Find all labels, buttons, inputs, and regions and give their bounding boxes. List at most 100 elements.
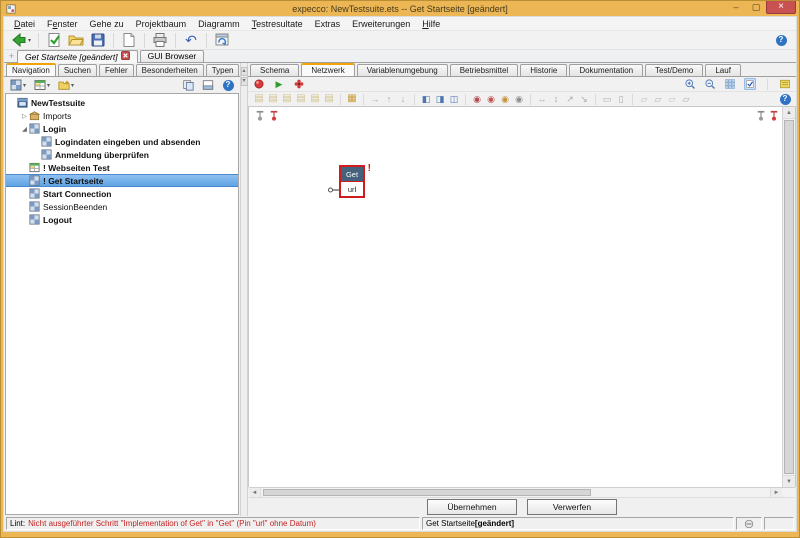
canvas-input-pin-icon-right[interactable] — [756, 109, 766, 122]
horizontal-scrollbar-thumb[interactable] — [263, 489, 591, 496]
menu-datei[interactable]: Datei — [8, 19, 41, 29]
debug-button[interactable] — [292, 78, 306, 91]
block-5-button[interactable]: ▤ — [308, 93, 322, 106]
route-2-button[interactable]: ▱ — [651, 93, 665, 106]
scroll-left-arrow-icon[interactable]: ◄ — [249, 488, 261, 497]
arrow-up-button[interactable]: ↑ — [382, 93, 396, 106]
pin-mid-button[interactable]: ◨ — [433, 93, 447, 106]
block-2-button[interactable]: ▤ — [266, 93, 280, 106]
left-tab-navigation[interactable]: Navigation — [6, 63, 56, 76]
note-button[interactable] — [778, 78, 792, 91]
link-2-button[interactable]: ↕ — [549, 93, 563, 106]
align-2-button[interactable]: ▯ — [614, 93, 628, 106]
link-1-button[interactable]: ↔ — [535, 93, 549, 106]
doc-tab-gui-browser[interactable]: GUI Browser — [139, 50, 205, 62]
open-folder-button[interactable] — [65, 31, 87, 49]
tree-item-get-startseite[interactable]: ! Get Startseite — [6, 174, 238, 187]
right-tab-historie[interactable]: Historie — [520, 64, 568, 76]
help-button[interactable]: ? — [778, 93, 792, 106]
left-tab-suchen[interactable]: Suchen — [57, 64, 97, 76]
conn-3-button[interactable]: ◉ — [498, 93, 512, 106]
menu-gehe-zu[interactable]: Gehe zu — [84, 19, 130, 29]
tree-item-imports[interactable]: ▷ Imports — [6, 109, 238, 122]
menu-erweiterungen[interactable]: Erweiterungen — [346, 19, 416, 29]
play-button[interactable]: ▶ — [272, 78, 286, 91]
maximize-button[interactable]: ▢ — [746, 1, 766, 14]
route-1-button[interactable]: ▱ — [637, 93, 651, 106]
tree-item-newtestsuite[interactable]: NewTestsuite — [6, 96, 238, 109]
tab-close-button[interactable] — [120, 51, 130, 63]
scroll-right-arrow-icon[interactable]: ► — [770, 488, 782, 497]
canvas-input-pin-icon[interactable] — [255, 109, 265, 122]
undo-button[interactable]: ↶ — [180, 31, 202, 49]
splitter-up-arrow-icon[interactable]: ▴ — [240, 67, 248, 76]
minimize-button[interactable]: – — [726, 1, 746, 14]
tree-item-webseiten-test[interactable]: ! Webseiten Test — [6, 161, 238, 174]
add-action-menu-button[interactable]: ▾ — [7, 78, 29, 92]
menu-projektbaum[interactable]: Projektbaum — [130, 19, 193, 29]
arrow-right-button[interactable]: → — [368, 93, 382, 106]
splitter-down-arrow-icon[interactable]: ▾ — [240, 77, 248, 86]
right-tab-betriebsmittel[interactable]: Betriebsmittel — [449, 64, 519, 76]
help-button[interactable]: ? — [219, 78, 237, 92]
block-6-button[interactable]: ▤ — [322, 93, 336, 106]
doc-tab-get-startseite-ge-ndert[interactable]: Get Startseite [geändert] — [17, 50, 138, 63]
vertical-scrollbar-thumb[interactable] — [784, 120, 794, 474]
zoom-out-button[interactable] — [703, 78, 717, 91]
pin-connector-icon[interactable] — [328, 187, 340, 193]
menu-diagramm[interactable]: Diagramm — [192, 19, 246, 29]
conn-4-button[interactable]: ◉ — [512, 93, 526, 106]
menu-hilfe[interactable]: Hilfe — [416, 19, 446, 29]
check-page-button[interactable] — [43, 31, 65, 49]
scroll-down-arrow-icon[interactable]: ▼ — [783, 475, 795, 487]
split-button[interactable] — [199, 78, 217, 92]
menu-extras[interactable]: Extras — [309, 19, 347, 29]
route-3-button[interactable]: ▱ — [665, 93, 679, 106]
tree-item-logindaten-eingeben-und-absenden[interactable]: Logindaten eingeben und absenden — [6, 135, 238, 148]
tree-item-login[interactable]: ◢ Login — [6, 122, 238, 135]
block-3-button[interactable]: ▤ — [280, 93, 294, 106]
left-tab-besonderheiten[interactable]: Besonderheiten — [135, 64, 204, 76]
right-tab-netzwerk[interactable]: Netzwerk — [301, 63, 355, 76]
vertical-scrollbar[interactable]: ▲ ▼ — [782, 107, 795, 487]
record-button[interactable] — [252, 78, 266, 91]
help-button[interactable]: ? — [770, 31, 792, 49]
network-diagram-canvas[interactable]: Get url ! ▲ ▼ — [248, 107, 796, 487]
apply-button[interactable]: Übernehmen — [427, 499, 517, 515]
block-4-button[interactable]: ▤ — [294, 93, 308, 106]
tree-expander-icon[interactable]: ▷ — [20, 112, 29, 120]
copy-button[interactable] — [179, 78, 197, 92]
check-on-button[interactable] — [743, 78, 757, 91]
right-tab-dokumentation[interactable]: Dokumentation — [569, 64, 644, 76]
tree-item-logout[interactable]: Logout — [6, 213, 238, 226]
window-tool-button[interactable] — [211, 31, 233, 49]
link-3-button[interactable]: ↗ — [563, 93, 577, 106]
menu-fenster[interactable]: Fenster — [41, 19, 84, 29]
back-button[interactable]: ▾ — [8, 31, 34, 49]
conn-1-button[interactable]: ◉ — [470, 93, 484, 106]
close-button[interactable]: × — [766, 1, 796, 14]
discard-button[interactable]: Verwerfen — [527, 499, 617, 515]
menu-testresultate[interactable]: Testresultate — [246, 19, 309, 29]
diagram-node-get[interactable]: Get url ! — [328, 163, 371, 198]
tree-expander-icon[interactable]: ◢ — [20, 125, 29, 133]
link-4-button[interactable]: ↘ — [577, 93, 591, 106]
grid-button[interactable] — [723, 78, 737, 91]
print-button[interactable] — [149, 31, 171, 49]
save-button[interactable] — [87, 31, 109, 49]
right-tab-variablenumgebung[interactable]: Variablenumgebung — [356, 64, 448, 76]
add-table-menu-button[interactable]: ▾ — [31, 78, 53, 92]
new-page-button[interactable] — [118, 31, 140, 49]
pin-right-button[interactable]: ◫ — [447, 93, 461, 106]
right-tab-schema[interactable]: Schema — [250, 64, 300, 76]
horizontal-scrollbar[interactable]: ◄ ► — [249, 487, 795, 498]
block-1-button[interactable]: ▤ — [252, 93, 266, 106]
add-folder-menu-button[interactable]: ▾ — [55, 78, 77, 92]
tree-item-sessionbeenden[interactable]: SessionBeenden — [6, 200, 238, 213]
canvas-output-pin-icon[interactable] — [269, 109, 279, 122]
arrow-down-button[interactable]: ↓ — [396, 93, 410, 106]
right-tab-test-demo[interactable]: Test/Demo — [645, 64, 704, 76]
tree-item-anmeldung-berpr-fen[interactable]: Anmeldung überprüfen — [6, 148, 238, 161]
block-active-button[interactable]: ▦ — [345, 93, 359, 106]
left-tab-typen[interactable]: Typen — [205, 64, 240, 76]
